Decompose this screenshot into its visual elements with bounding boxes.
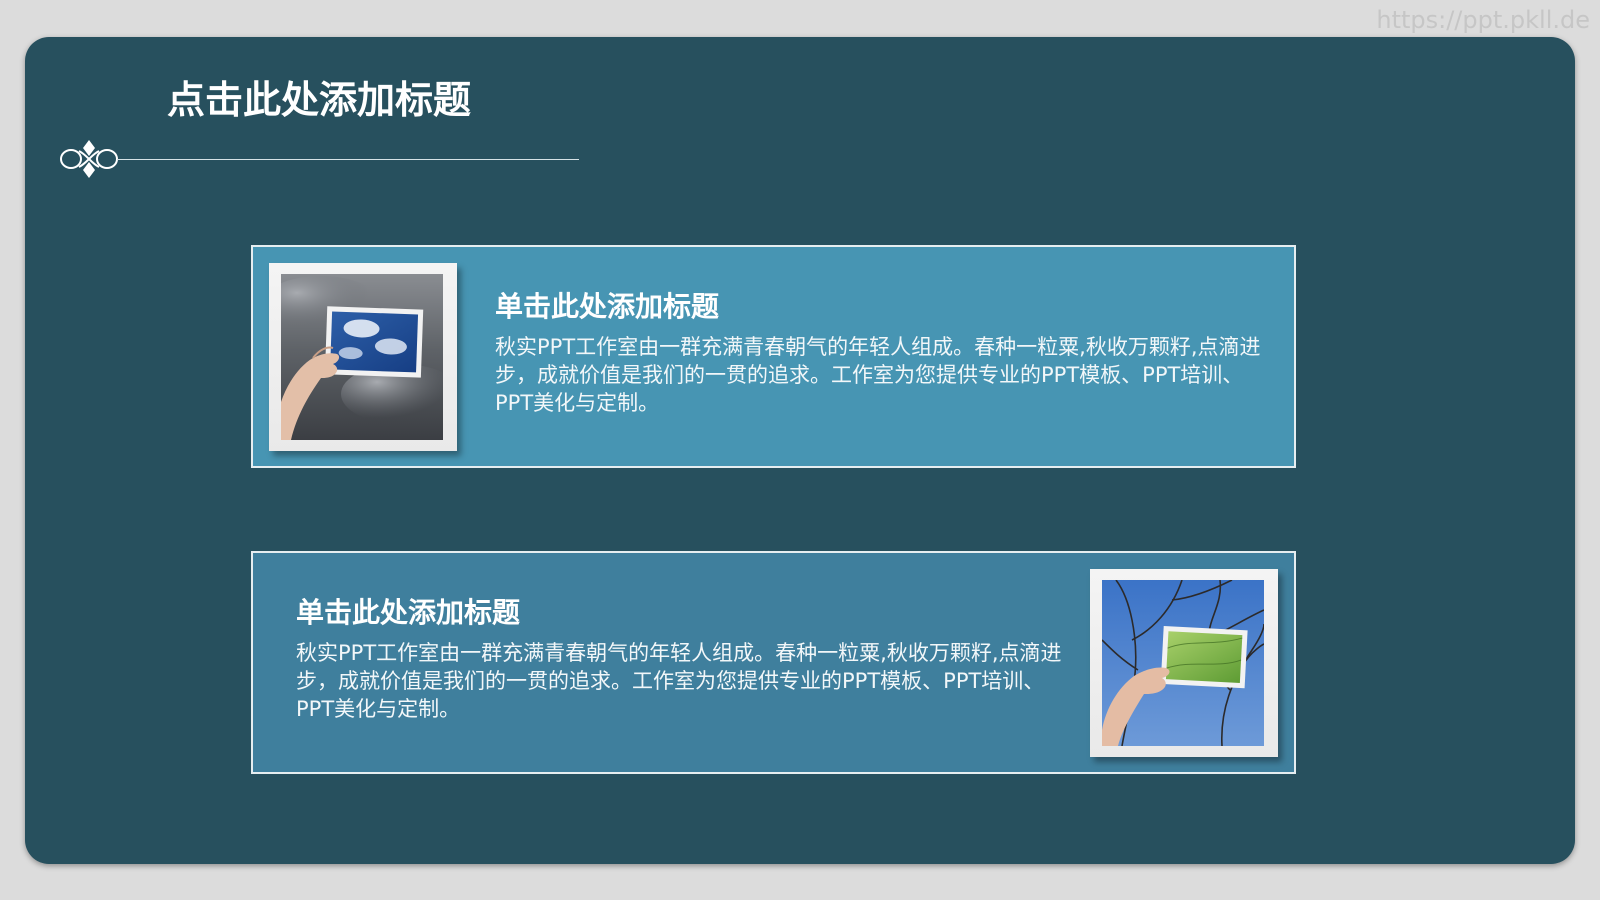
- card-heading[interactable]: 单击此处添加标题: [296, 595, 1076, 631]
- slide: 点击此处添加标题 单击此处添加标题 秋实PPT工作室由一群充满青春朝气的年轻人组…: [25, 37, 1575, 864]
- ornament-icon: [60, 140, 118, 178]
- watermark-url: https://ppt.pkll.de: [1376, 6, 1590, 34]
- photo-frame-2[interactable]: [1090, 569, 1278, 757]
- card-1-text: 单击此处添加标题 秋实PPT工作室由一群充满青春朝气的年轻人组成。春种一粒粟,秋…: [495, 289, 1275, 417]
- title-underline: [117, 159, 579, 160]
- slide-title-area: 点击此处添加标题: [59, 67, 579, 178]
- card-heading[interactable]: 单击此处添加标题: [495, 289, 1275, 325]
- hand-holding-leaves-photo: [1102, 580, 1264, 746]
- slide-title[interactable]: 点击此处添加标题: [167, 69, 471, 124]
- photo-frame-1[interactable]: [269, 263, 457, 451]
- card-2-text: 单击此处添加标题 秋实PPT工作室由一群充满青春朝气的年轻人组成。春种一粒粟,秋…: [296, 595, 1076, 723]
- content-card-2[interactable]: 单击此处添加标题 秋实PPT工作室由一群充满青春朝气的年轻人组成。春种一粒粟,秋…: [251, 551, 1296, 774]
- hand-holding-sky-photo: [281, 274, 443, 440]
- card-body-text[interactable]: 秋实PPT工作室由一群充满青春朝气的年轻人组成。春种一粒粟,秋收万颗籽,点滴进步…: [296, 639, 1076, 723]
- content-card-1[interactable]: 单击此处添加标题 秋实PPT工作室由一群充满青春朝气的年轻人组成。春种一粒粟,秋…: [251, 245, 1296, 468]
- card-body-text[interactable]: 秋实PPT工作室由一群充满青春朝气的年轻人组成。春种一粒粟,秋收万颗籽,点滴进步…: [495, 333, 1275, 417]
